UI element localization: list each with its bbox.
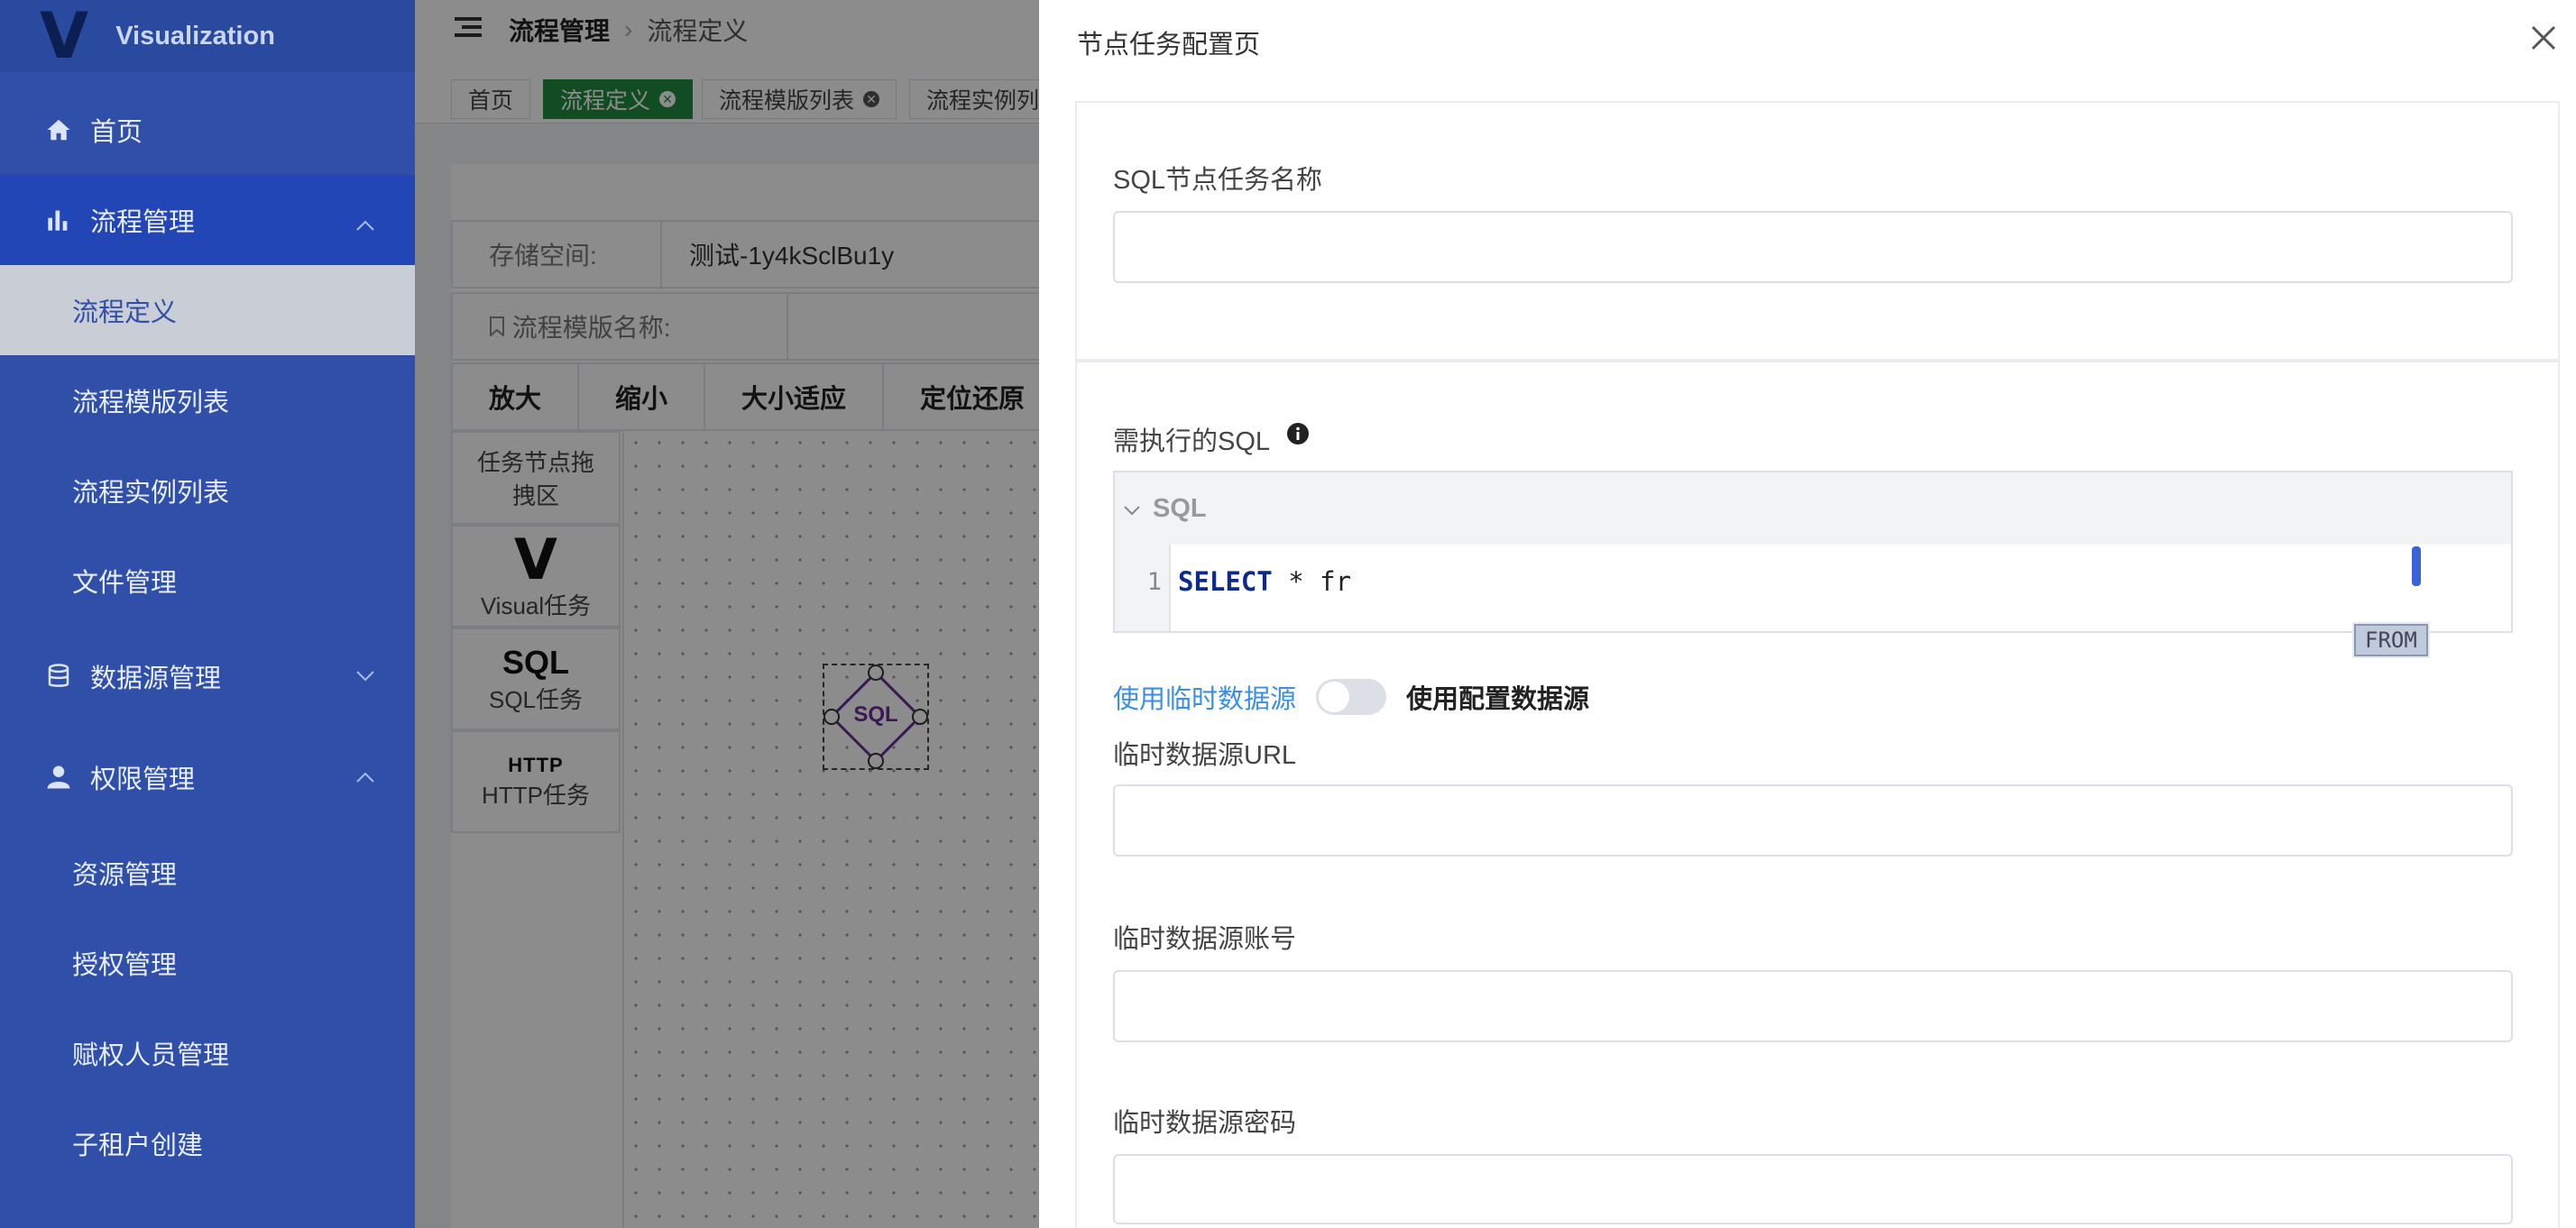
- sidebar-item-resource-management[interactable]: 资源管理: [0, 828, 415, 918]
- sidebar-item-label: 权限管理: [90, 765, 196, 794]
- chevron-up-icon: [355, 761, 375, 791]
- temp-password-input[interactable]: [1113, 1154, 2513, 1224]
- user-icon: [43, 762, 74, 793]
- sidebar-item-label: 流程管理: [90, 208, 196, 237]
- close-icon[interactable]: [2527, 22, 2560, 54]
- code-text: * fr: [1272, 566, 1352, 597]
- logo-text: Visualization: [115, 21, 275, 50]
- sidebar-item-subtenant-creation[interactable]: 子租户创建: [0, 1098, 415, 1188]
- sidebar-item-authorization-management[interactable]: 授权管理: [0, 918, 415, 1008]
- sidebar-item-label: 资源管理: [72, 861, 178, 890]
- temp-account-label: 临时数据源账号: [1113, 925, 1297, 954]
- sidebar-item-home[interactable]: 首页: [0, 85, 415, 175]
- sidebar-item-permission-management[interactable]: 权限管理: [0, 727, 415, 828]
- sidebar: V Visualization 首页 流程管理 流程定义 流程模版列表 流程实例…: [0, 0, 415, 1228]
- sql-label: 需执行的SQL: [1113, 427, 1271, 456]
- database-icon: [43, 661, 74, 692]
- line-number: 1: [1146, 568, 1162, 596]
- sidebar-item-label: 文件管理: [72, 569, 178, 598]
- sidebar-item-label: 流程模版列表: [72, 389, 230, 417]
- sidebar-item-label: 流程实例列表: [72, 479, 230, 508]
- sidebar-item-process-management[interactable]: 流程管理: [0, 175, 415, 265]
- chevron-down-icon: [355, 660, 375, 690]
- home-icon: [43, 115, 74, 145]
- bar-chart-icon: [43, 205, 74, 235]
- sidebar-item-label: 授权管理: [72, 951, 178, 980]
- task-name-input[interactable]: [1113, 211, 2513, 283]
- sql-editor[interactable]: SQL 1 SELECT * fr: [1113, 471, 2513, 633]
- code-line[interactable]: SELECT * fr: [1178, 566, 1351, 597]
- sidebar-item-grantee-management[interactable]: 赋权人员管理: [0, 1008, 415, 1098]
- sidebar-item-label: 赋权人员管理: [72, 1041, 230, 1070]
- chevron-up-icon: [355, 209, 375, 239]
- sidebar-item-datasource-management[interactable]: 数据源管理: [0, 626, 415, 727]
- temp-url-label: 临时数据源URL: [1113, 741, 1297, 770]
- editor-body[interactable]: 1 SELECT * fr: [1115, 545, 2511, 631]
- sidebar-item-file-management[interactable]: 文件管理: [0, 536, 415, 626]
- temp-datasource-label[interactable]: 使用临时数据源: [1113, 678, 1296, 716]
- sidebar-item-label: 首页: [90, 118, 143, 147]
- editor-title: SQL: [1153, 493, 1207, 523]
- sidebar-item-label: 子租户创建: [72, 1132, 204, 1160]
- datasource-toggle-row: 使用临时数据源 使用配置数据源: [1113, 678, 1589, 716]
- collapse-chevron-icon[interactable]: [1122, 494, 1142, 524]
- editor-header[interactable]: SQL: [1115, 472, 2511, 545]
- drawer-title: 节点任务配置页: [1077, 31, 1261, 60]
- autocomplete-suggestion[interactable]: FROM: [2354, 624, 2428, 656]
- datasource-switch[interactable]: [1316, 679, 1387, 715]
- logo[interactable]: V Visualization: [0, 0, 415, 72]
- logo-mark: V: [40, 0, 89, 73]
- temp-password-label: 临时数据源密码: [1113, 1109, 1297, 1138]
- editor-scroll-marker[interactable]: [2412, 546, 2421, 586]
- sidebar-item-instance-list[interactable]: 流程实例列表: [0, 445, 415, 536]
- sidebar-item-label: 数据源管理: [90, 664, 222, 693]
- code-keyword: SELECT: [1178, 566, 1273, 597]
- line-gutter: 1: [1115, 545, 1171, 631]
- node-config-drawer: 节点任务配置页 SQL节点任务名称 需执行的SQL SQL 1 SELECT *…: [1039, 0, 2576, 1228]
- temp-account-input[interactable]: [1113, 970, 2513, 1042]
- config-datasource-label[interactable]: 使用配置数据源: [1406, 678, 1589, 716]
- sidebar-item-label: 流程定义: [72, 298, 178, 327]
- task-name-label: SQL节点任务名称: [1113, 166, 1323, 195]
- temp-url-input[interactable]: [1113, 784, 2513, 857]
- info-icon[interactable]: [1286, 422, 1310, 450]
- sidebar-item-process-definition[interactable]: 流程定义: [0, 265, 415, 355]
- sidebar-item-template-list[interactable]: 流程模版列表: [0, 355, 415, 445]
